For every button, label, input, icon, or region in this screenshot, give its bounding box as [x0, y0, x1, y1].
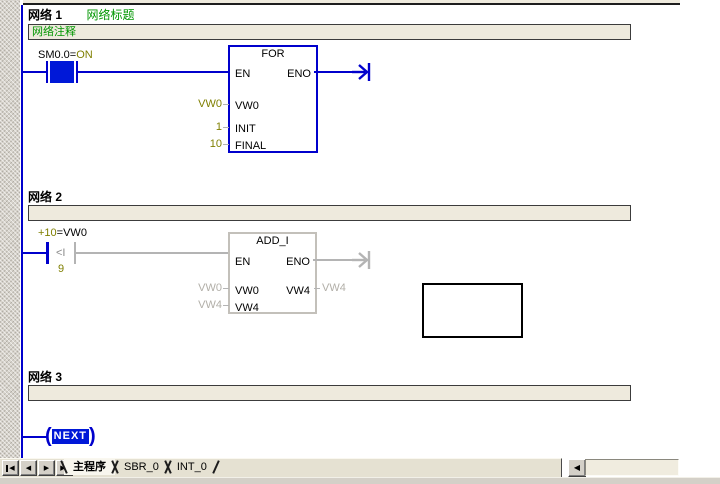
network-3-label: 网络 3 [28, 370, 63, 384]
coil-open-paren: ( [45, 425, 52, 447]
add-in2-param[interactable]: VW4 [235, 302, 259, 315]
wire-segment [314, 71, 352, 73]
wire-segment [23, 71, 47, 73]
eno-pin-label: ENO [286, 256, 310, 268]
scroll-left-arrow-icon: ◀ [573, 463, 581, 472]
param-tie [223, 104, 229, 105]
for-final-param[interactable]: FINAL [235, 140, 266, 153]
compare-operator: <I [56, 247, 66, 259]
add-box-title: ADD_I [256, 235, 289, 247]
contact-energized-block [50, 61, 74, 83]
eno-pin-label: ENO [287, 68, 311, 80]
compare-address: =VW0 [56, 227, 87, 239]
compare-status-label: +10=VW0 [38, 227, 87, 240]
contact-left-bar [46, 61, 48, 83]
program-tabs: 主程序 SBR_0 INT_0 [60, 459, 220, 475]
wire-segment [313, 259, 352, 261]
for-index-param[interactable]: VW0 [235, 100, 259, 113]
compare-operand[interactable]: 9 [58, 263, 64, 276]
network-2-label: 网络 2 [28, 190, 63, 204]
for-instruction-box[interactable]: FOR EN ENO VW0 INIT FINAL [228, 45, 318, 153]
window-bottom-edge [0, 477, 720, 484]
param-tie [314, 288, 320, 289]
for-box-title: FOR [261, 48, 285, 60]
network-1-comment-box[interactable]: 网络注释 [28, 24, 631, 40]
next-arrow-icon: ▶ [43, 464, 50, 472]
contact-state: ON [76, 49, 93, 61]
no-power-arrow-icon [352, 251, 371, 269]
first-tab-button[interactable]: ◀ [2, 460, 19, 476]
next-coil[interactable]: ( NEXT ) [45, 425, 96, 447]
tab-main-program[interactable]: 主程序 [64, 459, 115, 475]
coil-close-paren: ) [89, 425, 96, 447]
hscroll-track[interactable] [585, 459, 679, 476]
network-1-label: 网络 1 [28, 8, 63, 22]
param-tie [223, 288, 229, 289]
network-2-comment-box[interactable] [28, 205, 631, 221]
wire-segment [76, 252, 228, 254]
network-3-comment-box[interactable] [28, 385, 631, 401]
compare-state: +10 [38, 227, 57, 239]
next-tab-button[interactable]: ▶ [38, 460, 55, 476]
network-separator-bar [23, 0, 680, 5]
add-out-status: VW4 [322, 282, 346, 294]
power-flow-arrow-icon [352, 63, 371, 81]
compare-left-bar [46, 242, 49, 264]
network-1-comment-text: 网络注释 [32, 26, 76, 38]
param-tie [223, 144, 229, 145]
ladder-editor-window: 网络 1 网络标题 网络注释 SM0.0=ON FOR EN ENO VW0 I… [0, 0, 720, 484]
add-instruction-box[interactable]: ADD_I EN ENO VW0 VW4 VW4 [228, 232, 317, 314]
for-init-param[interactable]: INIT [235, 123, 256, 136]
network-3-header[interactable]: 网络 3 [28, 368, 62, 386]
wire-segment [78, 71, 228, 73]
en-pin-label: EN [235, 68, 251, 80]
coil-label: NEXT [51, 428, 90, 444]
for-index-operand[interactable]: VW0 [150, 98, 222, 111]
add-in1-param[interactable]: VW0 [235, 285, 259, 298]
first-bar-icon [6, 464, 9, 472]
network-1-title: 网络标题 [86, 8, 135, 22]
empty-box-placeholder[interactable] [422, 283, 523, 338]
network-2-header[interactable]: 网络 2 [28, 188, 62, 206]
add-in1-status: VW0 [198, 282, 222, 294]
first-arrow-icon: ◀ [9, 464, 15, 472]
tab-int0[interactable]: INT_0 [168, 459, 216, 475]
param-tie [223, 127, 229, 128]
wire-segment [23, 252, 47, 254]
en-pin-label: EN [235, 256, 251, 268]
for-final-operand[interactable]: 10 [150, 138, 222, 151]
network-selection-margin[interactable] [0, 0, 20, 477]
network-1-header[interactable]: 网络 1 网络标题 [28, 6, 134, 24]
add-in2-status: VW4 [198, 299, 222, 311]
param-tie [223, 305, 229, 306]
for-init-operand[interactable]: 1 [150, 121, 222, 134]
contact-address: SM0.0= [38, 49, 77, 61]
tab-sbr0[interactable]: SBR_0 [115, 459, 168, 475]
hscroll-left-button[interactable]: ◀ [568, 459, 586, 477]
add-out-param[interactable]: VW4 [286, 285, 310, 298]
previous-tab-button[interactable]: ◀ [20, 460, 37, 476]
previous-arrow-icon: ◀ [25, 464, 32, 472]
